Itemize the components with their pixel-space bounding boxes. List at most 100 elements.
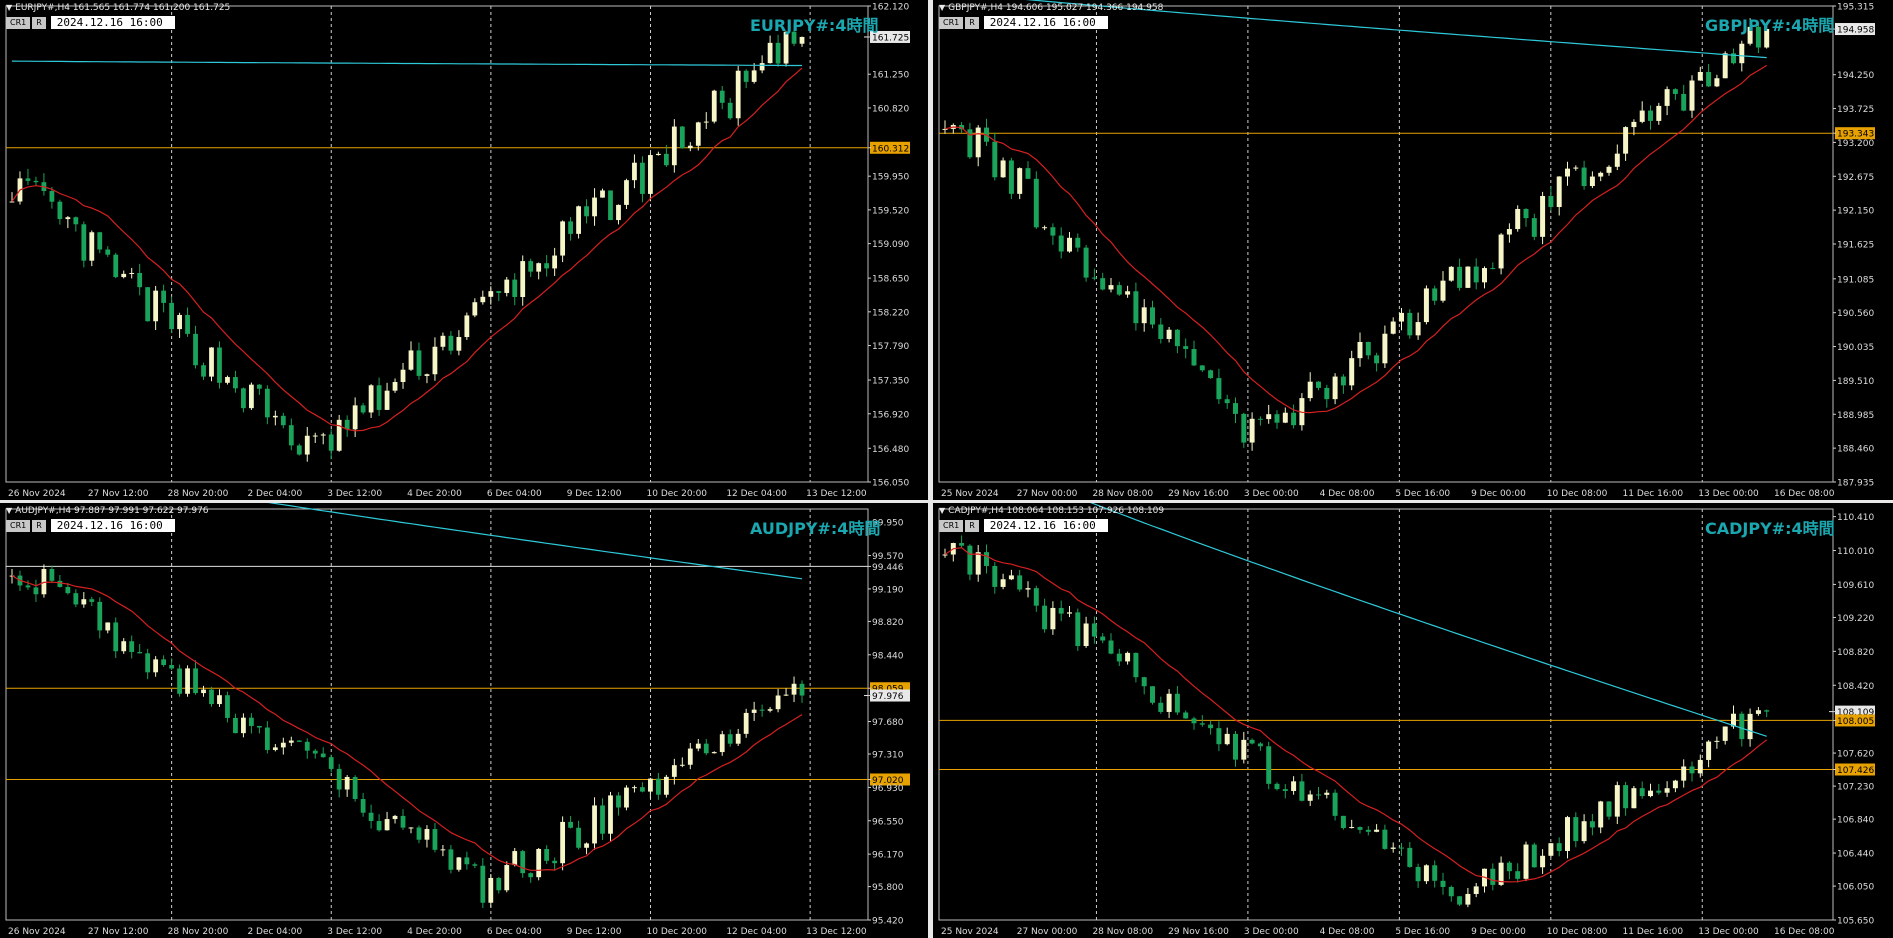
candle-body xyxy=(1473,886,1479,894)
candle-body xyxy=(536,848,542,878)
candle-body xyxy=(1523,844,1529,879)
candle-body xyxy=(65,586,71,594)
candle-body xyxy=(568,821,573,828)
price-label: 98.440 xyxy=(872,651,904,661)
candle-body xyxy=(1125,291,1131,295)
candle-body xyxy=(464,315,470,338)
time-label: 10 Dec 08:00 xyxy=(1547,489,1608,499)
date-box: 2024.12.16 16:00 xyxy=(50,16,175,29)
candle-body xyxy=(1573,817,1579,842)
time-label: 10 Dec 20:00 xyxy=(647,927,708,937)
collapse-triangle-icon[interactable]: ▼ xyxy=(6,506,12,515)
candle-body xyxy=(1075,612,1081,646)
collapse-triangle-icon[interactable]: ▼ xyxy=(939,506,945,515)
chart-panel-cadjpy[interactable]: 110.410 110.010 109.610 109.220 108.820 108.4… xyxy=(933,503,1893,938)
time-label: 25 Nov 2024 xyxy=(941,927,999,937)
price-label: 193.200 xyxy=(1837,139,1874,149)
price-label: 160.312 xyxy=(872,144,909,154)
candle-body xyxy=(1548,843,1554,856)
r-tag[interactable]: R xyxy=(32,519,46,532)
candle-body xyxy=(185,314,190,334)
horizontal-divider[interactable] xyxy=(0,500,1893,503)
candle-body xyxy=(33,587,39,595)
candle-body xyxy=(1316,381,1321,388)
time-label: 26 Nov 2024 xyxy=(8,489,66,499)
candle-body xyxy=(759,709,765,711)
candle-body xyxy=(727,102,733,119)
candle-body xyxy=(1531,844,1537,868)
cr1-tag[interactable]: CR1 xyxy=(6,519,31,532)
ohlc-text: GBPJPY#,H4 194.606 195.027 194.366 194.9… xyxy=(948,3,1164,13)
candle-body xyxy=(600,805,605,834)
candle-body xyxy=(336,768,342,790)
price-label: 107.620 xyxy=(1837,750,1874,760)
panel-title: EURJPY#:4時間 xyxy=(750,16,879,35)
candle-body xyxy=(1340,376,1346,386)
candle-body xyxy=(97,601,103,631)
price-label: 191.085 xyxy=(1837,275,1874,285)
r-tag[interactable]: R xyxy=(965,519,979,532)
chart-panel-gbpjpy[interactable]: 195.315 194.958 194.250 193.725 193.343 193.2… xyxy=(933,0,1893,500)
candle-body xyxy=(312,435,318,437)
candle-body xyxy=(1291,781,1297,791)
candle-body xyxy=(440,849,446,851)
candle-body xyxy=(1224,733,1230,745)
collapse-triangle-icon[interactable]: ▼ xyxy=(6,3,12,12)
candle-body xyxy=(1382,333,1388,364)
moving-average-fast xyxy=(11,67,803,432)
candle-body xyxy=(1440,880,1446,887)
candle-body xyxy=(751,709,757,713)
candle-body xyxy=(528,261,534,272)
price-label: 187.935 xyxy=(1837,479,1874,489)
price-label: 156.480 xyxy=(872,445,909,455)
candle-body xyxy=(520,851,526,874)
vertical-divider[interactable] xyxy=(928,0,933,938)
price-label: 97.976 xyxy=(872,692,904,702)
time-label: 2 Dec 04:00 xyxy=(247,927,302,937)
chart-panel-audjpy[interactable]: 99.95099.57099.44699.19098.82098.44098.0… xyxy=(0,503,928,938)
candle-body xyxy=(264,388,270,418)
chart-canvas-cadjpy[interactable]: 110.410 110.010 109.610 109.220 108.820 108.4… xyxy=(933,503,1893,938)
candle-body xyxy=(1681,766,1687,781)
candle-body xyxy=(241,717,246,734)
candle-body xyxy=(1307,794,1313,801)
candle-body xyxy=(57,201,63,220)
candle-body xyxy=(1664,89,1670,106)
candle-body xyxy=(536,263,542,272)
chart-panel-eurjpy[interactable]: 162.120 161.725 161.250 160.820 160.312 159.9… xyxy=(0,0,928,500)
time-label: 4 Dec 08:00 xyxy=(1320,489,1375,499)
time-label: 27 Nov 00:00 xyxy=(1017,927,1078,937)
r-tag[interactable]: R xyxy=(32,16,46,29)
chart-canvas-gbpjpy[interactable]: 195.315194.958194.250193.725193.343193.2… xyxy=(933,0,1893,500)
candle-body xyxy=(312,750,318,754)
time-label: 16 Dec 08:00 xyxy=(1774,489,1835,499)
cr1-tag[interactable]: CR1 xyxy=(939,519,964,532)
candle-body xyxy=(608,795,613,834)
candle-body xyxy=(225,695,230,718)
candle-body xyxy=(169,302,174,330)
candle-body xyxy=(217,347,222,383)
collapse-triangle-icon[interactable]: ▼ xyxy=(939,3,945,12)
candle-body xyxy=(1407,312,1413,336)
candle-body xyxy=(352,405,358,430)
candle-body xyxy=(1075,237,1081,248)
cr1-tag[interactable]: CR1 xyxy=(6,16,31,29)
candle-body xyxy=(320,434,326,436)
candle-body xyxy=(1158,702,1164,712)
candle-body xyxy=(1108,640,1114,654)
cr1-tag[interactable]: CR1 xyxy=(939,16,964,29)
candle-body xyxy=(512,279,518,297)
candle-body xyxy=(735,70,741,119)
candle-body xyxy=(504,865,510,891)
candle-body xyxy=(1091,623,1097,637)
chart-canvas-audjpy[interactable]: 99.95099.57099.44699.19098.82098.44098.0… xyxy=(0,503,928,938)
candle-body xyxy=(360,405,366,413)
price-label: 193.725 xyxy=(1837,105,1874,115)
chart-canvas-eurjpy[interactable]: 162.120161.725161.250160.820160.312159.9… xyxy=(0,0,928,500)
candle-body xyxy=(169,665,174,669)
candle-body xyxy=(1233,733,1238,760)
r-tag[interactable]: R xyxy=(965,16,979,29)
candle-body xyxy=(472,864,478,866)
tagbar: CR1 R 2024.12.16 16:00 xyxy=(6,16,175,29)
candle-body xyxy=(1282,412,1288,423)
